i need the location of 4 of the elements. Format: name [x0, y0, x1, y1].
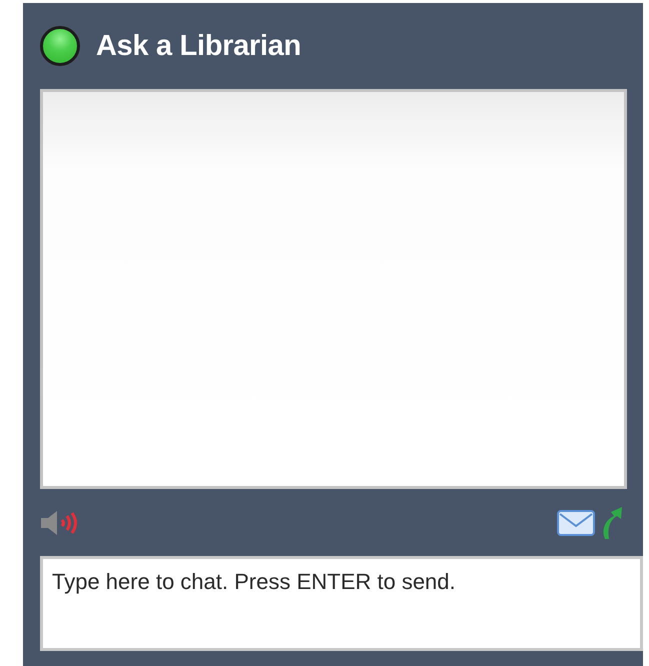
- panel-title: Ask a Librarian: [96, 28, 302, 64]
- mail-icon[interactable]: [557, 510, 595, 536]
- speaker-icon[interactable]: [40, 510, 80, 536]
- chat-input-field[interactable]: Type here to chat. Press ENTER to send.: [40, 556, 643, 651]
